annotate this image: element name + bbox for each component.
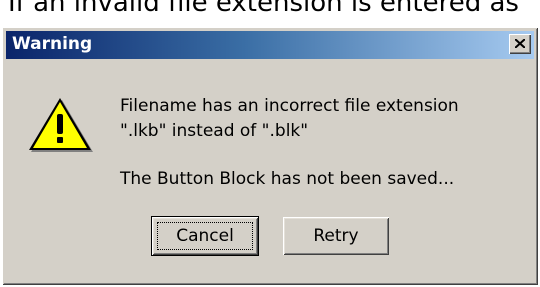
dialog-title: Warning — [12, 34, 93, 54]
close-icon — [515, 39, 525, 48]
cancel-button[interactable]: Cancel — [152, 217, 258, 255]
warning-dialog: Warning Filename has an incorrect file e… — [2, 27, 538, 285]
message-line-1: Filename has an incorrect file extension — [120, 96, 459, 116]
cancel-button-label: Cancel — [176, 226, 234, 246]
retry-button[interactable]: Retry — [283, 217, 389, 255]
retry-button-label: Retry — [313, 226, 359, 246]
page: If an invalid file extension is entered … — [0, 0, 540, 287]
warning-triangle-icon — [29, 98, 93, 152]
close-button[interactable] — [509, 34, 531, 54]
document-text-fragment: If an invalid file extension is entered … — [8, 0, 519, 18]
message-line-2: ".lkb" instead of ".blk" — [120, 121, 309, 141]
message-line-3: The Button Block has not been saved... — [120, 169, 455, 189]
dialog-titlebar[interactable]: Warning — [6, 31, 534, 59]
